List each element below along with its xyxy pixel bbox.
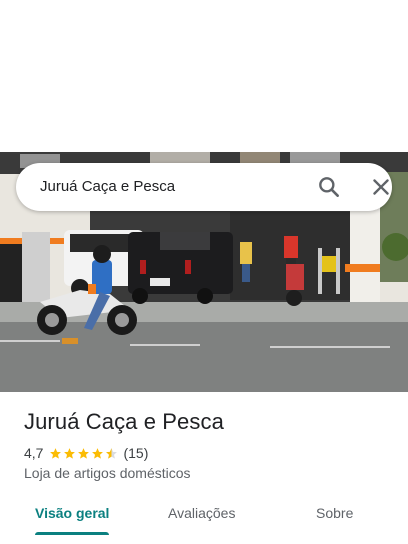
search-input[interactable]: Juruá Caça e Pesca	[40, 178, 175, 195]
star-icon	[64, 447, 76, 459]
star-icon	[92, 447, 104, 459]
tab-overview[interactable]: Visão geral	[35, 505, 109, 521]
search-icon[interactable]	[316, 174, 342, 200]
review-count[interactable]: (15)	[123, 445, 148, 461]
rating-value: 4,7	[24, 445, 44, 461]
map-area-blank	[0, 0, 408, 152]
close-icon[interactable]	[368, 174, 394, 200]
star-half-icon	[106, 447, 118, 459]
tab-about[interactable]: Sobre	[316, 505, 353, 521]
search-bar[interactable]: Juruá Caça e Pesca	[16, 163, 392, 211]
place-category[interactable]: Loja de artigos domésticos	[24, 465, 191, 481]
star-icon	[78, 447, 90, 459]
star-rating	[49, 447, 119, 460]
star-icon	[50, 447, 62, 459]
tab-selected-indicator	[35, 532, 109, 535]
tab-bar: Visão geral Avaliações Sobre	[0, 496, 408, 540]
rating-row[interactable]: 4,7 (15)	[24, 444, 148, 462]
place-title: Juruá Caça e Pesca	[24, 409, 224, 434]
tab-reviews[interactable]: Avaliações	[168, 505, 235, 521]
